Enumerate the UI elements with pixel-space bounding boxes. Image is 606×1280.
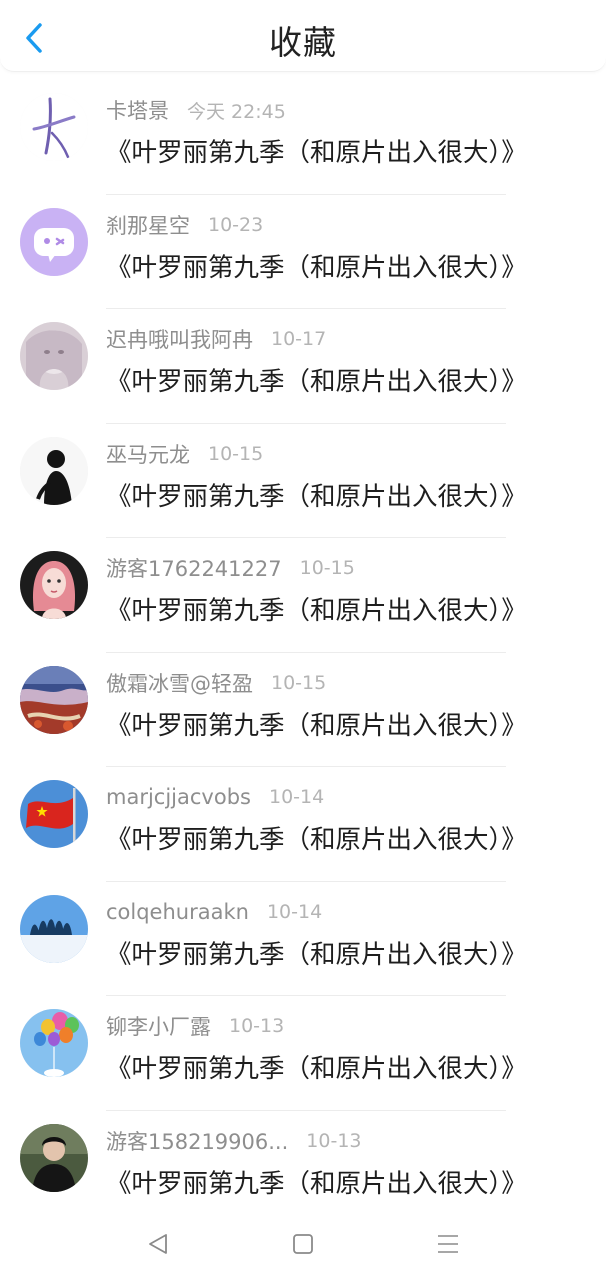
- favorites-screen: 收藏 卡塔景 今天 22:45 《叶罗丽第九季（和原片出入很大）》 刹那星空 1…: [0, 0, 606, 1280]
- author-name[interactable]: marjcjjacvobs: [106, 785, 251, 809]
- page-title: 收藏: [269, 23, 337, 62]
- favorites-list: 卡塔景 今天 22:45 《叶罗丽第九季（和原片出入很大）》 刹那星空 10-2…: [0, 80, 606, 1225]
- avatar: [20, 551, 88, 619]
- item-meta: 卡塔景 今天 22:45: [106, 96, 286, 124]
- list-item[interactable]: 傲霜冰雪@轻盈 10-15 《叶罗丽第九季（和原片出入很大）》: [0, 653, 606, 767]
- item-title: 《叶罗丽第九季（和原片出入很大）》: [106, 1168, 527, 1199]
- timestamp: 10-17: [271, 328, 327, 350]
- square-home-icon: [293, 1234, 313, 1254]
- timestamp: 10-13: [229, 1015, 285, 1037]
- avatar: [20, 1009, 88, 1077]
- list-item[interactable]: 卡塔景 今天 22:45 《叶罗丽第九季（和原片出入很大）》: [0, 80, 606, 195]
- timestamp: 10-15: [208, 442, 264, 465]
- nav-back-button[interactable]: [138, 1224, 178, 1264]
- list-item[interactable]: colqehuraakn 10-14 《叶罗丽第九季（和原片出入很大）》: [0, 882, 606, 996]
- author-name[interactable]: 游客158219906...: [106, 1126, 288, 1156]
- item-meta: colqehuraakn 10-14: [106, 898, 322, 926]
- list-item[interactable]: 游客1762241227 10-15 《叶罗丽第九季（和原片出入很大）》: [0, 538, 606, 653]
- author-name[interactable]: 游客1762241227: [106, 553, 282, 583]
- item-title: 《叶罗丽第九季（和原片出入很大）》: [106, 710, 527, 741]
- menu-lines-icon: [438, 1235, 458, 1253]
- header: 收藏: [0, 0, 606, 72]
- item-title: 《叶罗丽第九季（和原片出入很大）》: [106, 367, 527, 397]
- timestamp: 10-15: [271, 671, 327, 694]
- author-name[interactable]: 卡塔景: [106, 95, 169, 125]
- item-title: 《叶罗丽第九季（和原片出入很大）》: [106, 138, 527, 168]
- avatar: [20, 1123, 88, 1192]
- timestamp: 10-13: [306, 1129, 362, 1152]
- list-item[interactable]: 迟冉哦叫我阿冉 10-17 《叶罗丽第九季（和原片出入很大）》: [0, 309, 606, 424]
- list-item[interactable]: 刹那星空 10-23 《叶罗丽第九季（和原片出入很大）》: [0, 195, 606, 309]
- nav-menu-button[interactable]: [428, 1224, 468, 1264]
- item-title: 《叶罗丽第九季（和原片出入很大）》: [106, 939, 527, 970]
- timestamp: 10-14: [266, 900, 323, 923]
- author-name[interactable]: 傲霜冰雪@轻盈: [106, 668, 253, 698]
- author-name[interactable]: 巫马元龙: [106, 439, 190, 469]
- system-nav-bar: [0, 1206, 606, 1280]
- author-name[interactable]: 刹那星空: [106, 210, 190, 240]
- avatar: [20, 894, 88, 963]
- item-meta: 铆李小厂露 10-13: [106, 1012, 284, 1040]
- item-meta: marjcjjacvobs 10-14: [106, 783, 324, 811]
- list-item[interactable]: marjcjjacvobs 10-14 《叶罗丽第九季（和原片出入很大）》: [0, 767, 606, 882]
- author-name[interactable]: 迟冉哦叫我阿冉: [106, 324, 253, 354]
- avatar: [20, 780, 88, 848]
- item-meta: 傲霜冰雪@轻盈 10-15: [106, 669, 326, 697]
- author-name[interactable]: colqehuraakn: [106, 900, 249, 924]
- item-meta: 巫马元龙 10-15: [106, 440, 263, 468]
- timestamp: 10-23: [208, 213, 264, 236]
- item-meta: 迟冉哦叫我阿冉 10-17: [106, 325, 326, 353]
- list-item[interactable]: 巫马元龙 10-15 《叶罗丽第九季（和原片出入很大）》: [0, 424, 606, 538]
- avatar: [20, 436, 88, 505]
- triangle-back-icon: [149, 1234, 167, 1254]
- author-name[interactable]: 铆李小厂露: [106, 1011, 211, 1041]
- item-title: 《叶罗丽第九季（和原片出入很大）》: [106, 252, 527, 283]
- nav-home-button[interactable]: [283, 1224, 323, 1264]
- avatar: [20, 322, 88, 390]
- list-item[interactable]: 铆李小厂露 10-13 《叶罗丽第九季（和原片出入很大）》: [0, 996, 606, 1111]
- item-meta: 刹那星空 10-23: [106, 211, 263, 239]
- avatar: [20, 93, 88, 161]
- timestamp: 10-14: [268, 786, 325, 808]
- item-title: 《叶罗丽第九季（和原片出入很大）》: [106, 1054, 527, 1084]
- avatar: [20, 665, 88, 734]
- item-title: 《叶罗丽第九季（和原片出入很大）》: [106, 596, 527, 626]
- avatar: [20, 207, 88, 276]
- timestamp: 今天 22:45: [187, 100, 286, 123]
- timestamp: 10-15: [299, 557, 355, 579]
- item-meta: 游客158219906... 10-13: [106, 1127, 362, 1155]
- item-meta: 游客1762241227 10-15: [106, 554, 355, 582]
- item-title: 《叶罗丽第九季（和原片出入很大）》: [106, 481, 527, 512]
- item-title: 《叶罗丽第九季（和原片出入很大）》: [106, 825, 527, 855]
